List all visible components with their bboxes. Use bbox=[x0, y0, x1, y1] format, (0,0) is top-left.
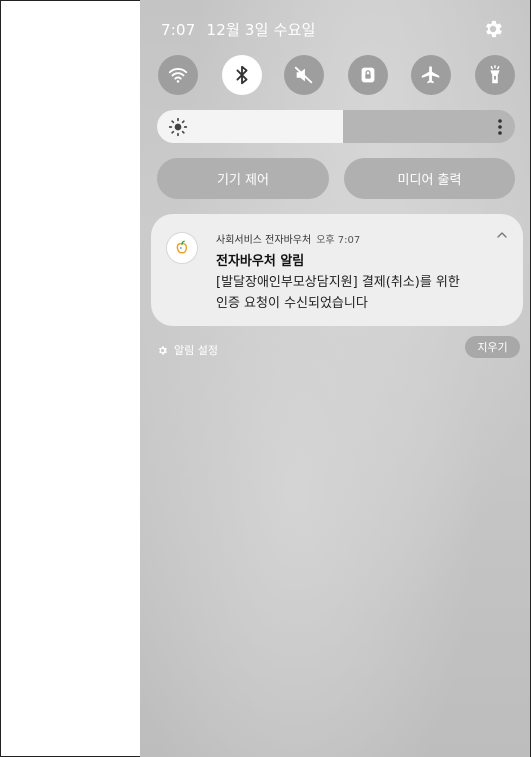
airplane-toggle[interactable] bbox=[411, 55, 451, 95]
status-bar: 7:07 12월 3일 수요일 bbox=[161, 19, 322, 40]
notification-title: 전자바우처 알림 bbox=[216, 254, 305, 269]
flashlight-toggle[interactable] bbox=[475, 55, 515, 95]
rotation-lock-toggle[interactable] bbox=[348, 55, 388, 95]
app-name: 사회서비스 전자바우처 bbox=[216, 235, 312, 246]
notification-card[interactable]: 사회서비스 전자바우처 오후 7:07 전자바우처 알림 [발달장애인부모상담지원… bbox=[151, 214, 523, 326]
apple-icon bbox=[176, 240, 188, 254]
chevron-up-icon[interactable] bbox=[495, 228, 509, 242]
brightness-slider[interactable] bbox=[157, 110, 515, 143]
notification-settings-link[interactable]: 알림 설정 bbox=[157, 342, 218, 358]
clock: 7:07 bbox=[161, 21, 196, 39]
sound-toggle[interactable] bbox=[284, 55, 324, 95]
notification-body-line: 인증 요청이 수신되었습니다 bbox=[216, 296, 368, 311]
wifi-icon bbox=[168, 68, 188, 83]
device-control-button[interactable]: 기기 제어 bbox=[157, 158, 329, 199]
wifi-toggle[interactable] bbox=[158, 55, 198, 95]
gear-icon bbox=[159, 345, 167, 355]
notification-settings-label: 알림 설정 bbox=[174, 344, 218, 357]
lock-rotation-icon bbox=[361, 67, 375, 83]
notification-meta: 사회서비스 전자바우처 오후 7:07 bbox=[216, 231, 360, 246]
flashlight-icon bbox=[490, 65, 500, 84]
sun-icon bbox=[168, 117, 188, 137]
date: 12월 3일 수요일 bbox=[206, 21, 316, 39]
notification-body-line: [발달장애인부모상담지원] 결제(취소)를 위한 bbox=[216, 275, 460, 290]
settings-gear-icon[interactable] bbox=[482, 18, 504, 40]
app-icon bbox=[166, 232, 198, 264]
clear-button[interactable]: 지우기 bbox=[465, 336, 520, 358]
notification-time: 오후 7:07 bbox=[316, 235, 361, 246]
more-options-icon[interactable] bbox=[497, 117, 503, 137]
airplane-icon bbox=[421, 66, 440, 84]
sound-mute-icon bbox=[294, 66, 313, 84]
media-output-button[interactable]: 미디어 출력 bbox=[344, 158, 515, 199]
bluetooth-icon bbox=[236, 65, 248, 85]
notification-body: [발달장애인부모상담지원] 결제(취소)를 위한 인증 요청이 수신되었습니다 bbox=[216, 272, 516, 314]
bluetooth-toggle[interactable] bbox=[222, 55, 262, 95]
